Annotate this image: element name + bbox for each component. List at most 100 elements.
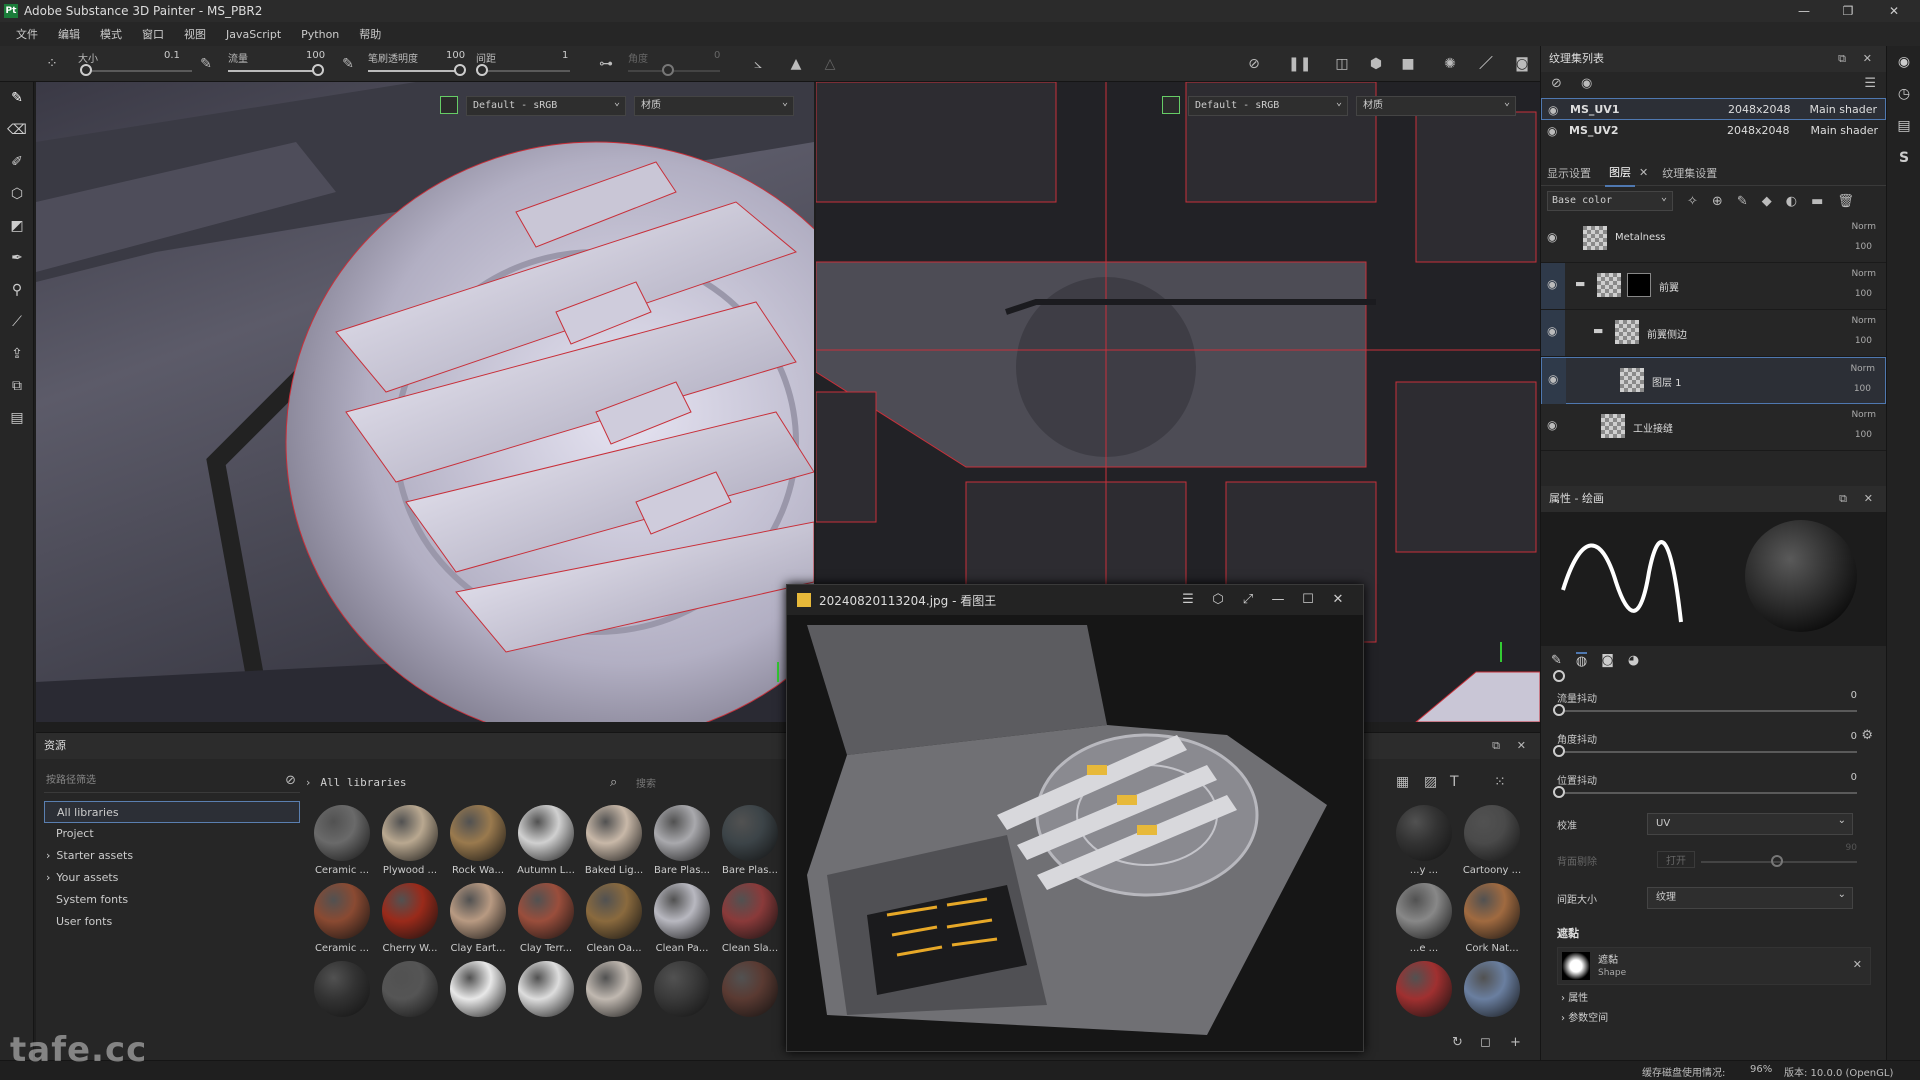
tab-display-settings[interactable]: 显示设置 [1547, 165, 1591, 181]
cube-icon[interactable]: ⬢ [1366, 54, 1386, 74]
maximize-icon[interactable]: ⧉ [1839, 486, 1847, 512]
add-mask-icon[interactable]: ⊕ [1712, 194, 1723, 209]
asset-thumbnail[interactable] [518, 883, 574, 939]
slider-track[interactable] [1557, 751, 1857, 753]
effect-icon[interactable]: ✧ [1687, 194, 1698, 209]
slider-value[interactable]: 0 [1851, 772, 1857, 783]
document-icon[interactable]: ▤ [0, 402, 34, 434]
asset-thumbnail[interactable] [1464, 961, 1520, 1017]
eye-icon[interactable]: ◉ [1547, 230, 1557, 244]
asset-thumbnail[interactable] [1464, 883, 1520, 939]
library-system-fonts[interactable]: System fonts [44, 889, 300, 911]
texture-set-shader[interactable]: Main shader [1810, 99, 1877, 121]
size-slider-knob[interactable] [80, 64, 92, 76]
asset-thumbnail[interactable] [382, 961, 438, 1017]
asset-thumbnail[interactable] [518, 805, 574, 861]
colorspace-icon[interactable] [1162, 96, 1180, 114]
smudge-icon[interactable]: ◩ [0, 210, 34, 242]
library-starter-assets[interactable]: › Starter assets [44, 845, 300, 867]
screenshot-icon[interactable]: ◙ [1512, 54, 1532, 74]
asset-thumbnail[interactable] [450, 883, 506, 939]
list-menu-icon[interactable]: ☰ [1864, 76, 1876, 91]
hide-icon[interactable]: ⊘ [1551, 76, 1562, 91]
tab-texture-set-settings[interactable]: 纹理集设置 [1662, 165, 1717, 181]
asset-thumbnail[interactable] [654, 883, 710, 939]
eye-icon[interactable]: ◉ [1548, 99, 1558, 121]
stroke-opacity-slider-track[interactable] [368, 70, 458, 72]
close-icon[interactable]: ✕ [1864, 486, 1873, 512]
angle-value[interactable]: 0 [714, 50, 720, 61]
maximize-icon[interactable]: ⧉ [1838, 46, 1846, 72]
size-slider-track[interactable] [86, 70, 192, 72]
slider-track[interactable] [1557, 710, 1857, 712]
asset-thumbnail[interactable] [586, 805, 642, 861]
render-mode-select-2d[interactable]: 材质 [1356, 94, 1516, 116]
grid-view-icon[interactable]: ▦ [1396, 774, 1409, 790]
spacing-slider-track[interactable] [486, 70, 570, 72]
layer-row[interactable]: ◉ 图层 1 Norm 100 [1541, 357, 1886, 404]
parameter-space-section[interactable]: › 参数空间 [1541, 1009, 1887, 1029]
attributes-section[interactable]: › 属性 [1541, 989, 1887, 1009]
delete-icon[interactable]: 🗑 [1837, 194, 1854, 209]
layer-opacity[interactable]: 100 [1855, 242, 1872, 252]
layer-blend-mode[interactable]: Norm [1850, 364, 1875, 374]
library-user-fonts[interactable]: User fonts [44, 911, 300, 933]
layer-blend-mode[interactable]: Norm [1851, 316, 1876, 326]
asset-thumbnail[interactable] [450, 961, 506, 1017]
asset-thumbnail[interactable] [722, 883, 778, 939]
layer-row[interactable]: ◉ ▬ 前翼侧边 Norm 100 [1541, 310, 1886, 357]
colorspace-select-2d[interactable]: Default - sRGB [1188, 94, 1348, 116]
breadcrumb[interactable]: All libraries [320, 776, 406, 789]
asset-thumbnail[interactable] [654, 961, 710, 1017]
layer-opacity[interactable]: 100 [1855, 336, 1872, 346]
mirror-icon[interactable]: ▲ [786, 54, 806, 74]
camera-icon[interactable]: ■ [1398, 54, 1418, 74]
menu-file[interactable]: 文件 [6, 26, 48, 42]
asset-thumbnail[interactable] [382, 883, 438, 939]
texture-set-item[interactable]: ◉ MS_UV1 2048x2048 Main shader [1541, 98, 1886, 120]
texture-set-shader[interactable]: Main shader [1811, 120, 1878, 142]
angle-slider-knob[interactable] [662, 64, 674, 76]
size-value[interactable]: 0.1 [164, 50, 180, 61]
globe-icon[interactable]: ◉ [1887, 46, 1920, 78]
close-icon[interactable]: ✕ [1639, 166, 1648, 179]
history-icon[interactable]: ◷ [1887, 78, 1920, 110]
paint-mode-icon[interactable]: ／ [1476, 54, 1496, 74]
eye-off-icon[interactable]: ⊘ [285, 769, 296, 793]
split-view-icon[interactable]: ◫ [1332, 54, 1352, 74]
asset-thumbnail[interactable] [314, 961, 370, 1017]
layer-opacity[interactable]: 100 [1855, 289, 1872, 299]
layers-panel-icon[interactable]: ▤ [1887, 110, 1920, 142]
substance-icon[interactable]: S [1887, 142, 1920, 174]
flow-pressure-icon[interactable]: ✎ [338, 54, 358, 74]
library-your-assets[interactable]: › Your assets [44, 867, 300, 889]
projection-icon[interactable]: ✐ [0, 146, 34, 178]
angle-slider-track[interactable] [628, 70, 720, 72]
mirror-alt-icon[interactable]: △ [820, 54, 840, 74]
slider-knob[interactable] [1553, 786, 1565, 798]
minimize-icon[interactable]: — [1265, 589, 1291, 611]
apps-icon[interactable]: ⁙ [1494, 774, 1506, 790]
slider-knob[interactable] [1553, 704, 1565, 716]
maximize-icon[interactable]: ☐ [1295, 589, 1321, 611]
search-icon[interactable]: ⌕ [610, 775, 617, 790]
slider-track[interactable] [1557, 792, 1857, 794]
spacing-value[interactable]: 1 [562, 50, 568, 61]
asset-thumbnail[interactable] [722, 805, 778, 861]
refresh-icon[interactable]: ↻ [1452, 1035, 1463, 1050]
fullscreen-icon[interactable]: ⤢ [1235, 589, 1261, 611]
stencil-slot[interactable]: 遮黏 Shape ✕ [1557, 947, 1871, 985]
menu-python[interactable]: Python [291, 28, 349, 41]
smart-material-icon[interactable]: ◐ [1786, 194, 1797, 209]
asset-thumbnail[interactable] [1464, 805, 1520, 861]
menu-window[interactable]: 窗口 [132, 26, 174, 42]
restore-button[interactable]: ❐ [1826, 0, 1870, 22]
mask-thumbnail[interactable] [1627, 273, 1651, 297]
stroke-opacity-value[interactable]: 100 [446, 50, 465, 61]
hide-icon[interactable]: ⊘ [1244, 54, 1264, 74]
tab-layers[interactable]: 图层 [1605, 159, 1635, 187]
slider-value[interactable]: 0 [1851, 690, 1857, 701]
asset-thumbnail[interactable] [1396, 883, 1452, 939]
flow-value[interactable]: 100 [306, 50, 325, 61]
layer-blend-mode[interactable]: Norm [1851, 222, 1876, 232]
